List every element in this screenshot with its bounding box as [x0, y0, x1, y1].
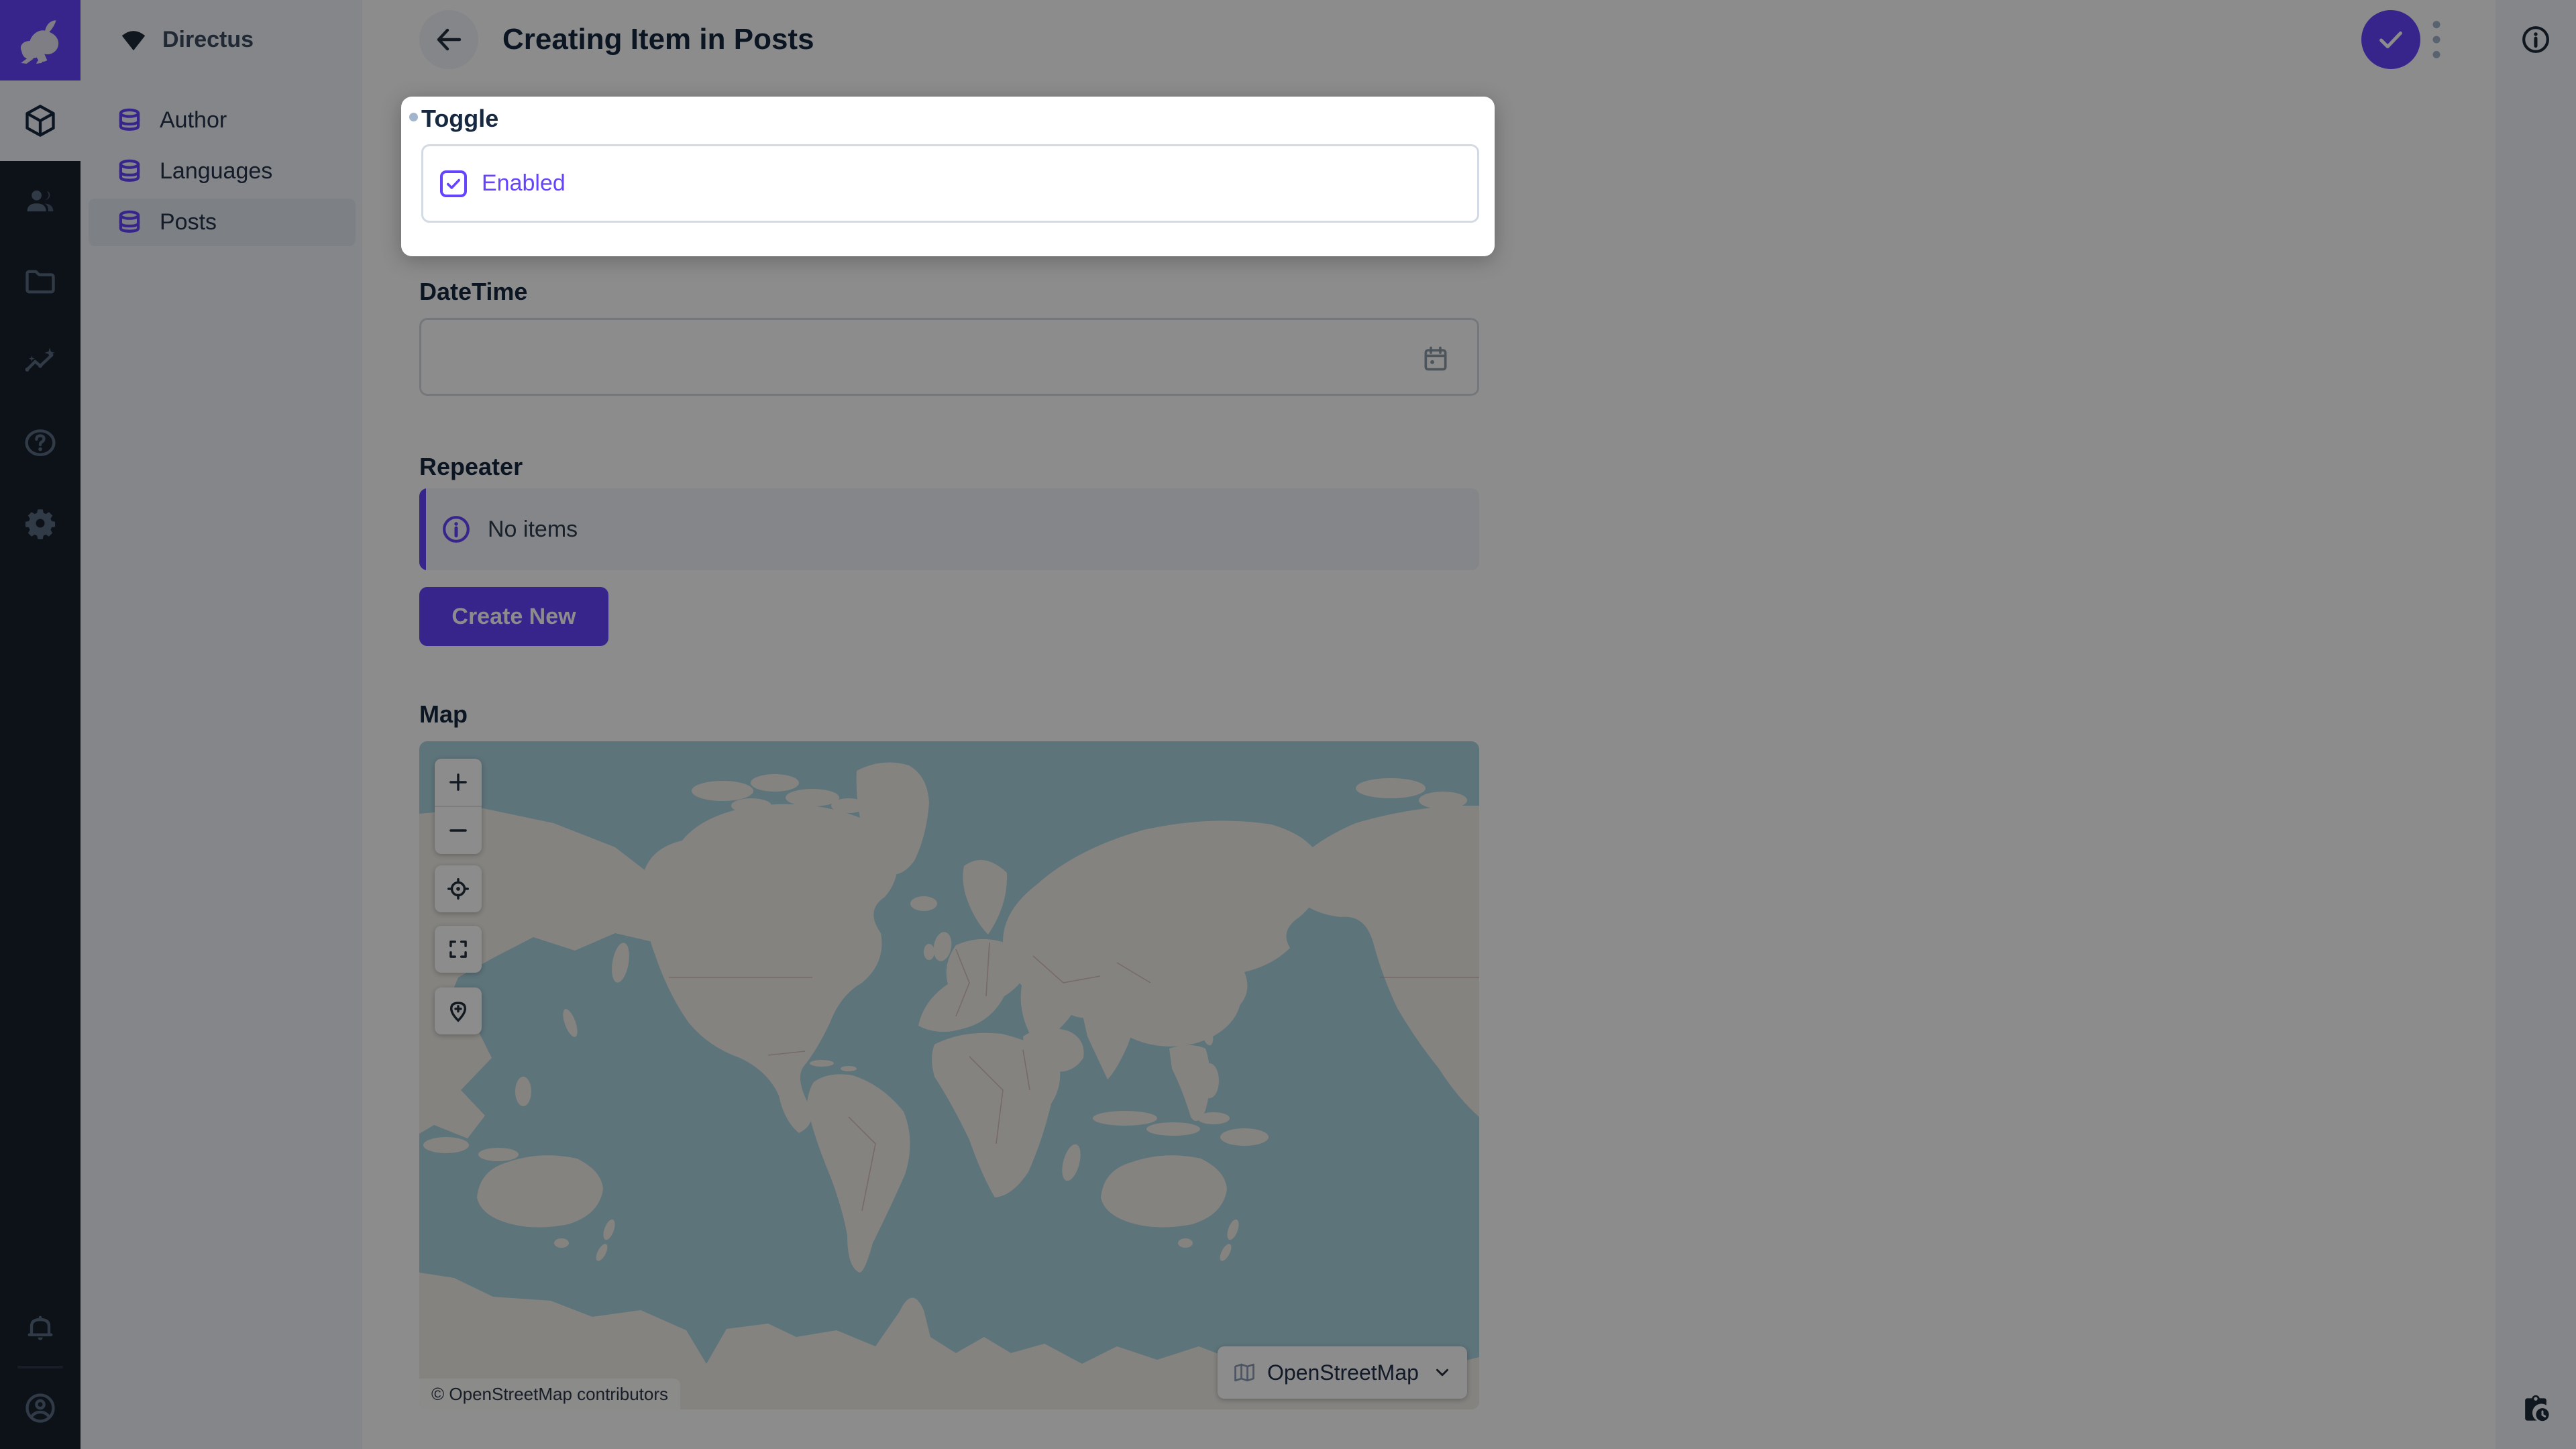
enabled-checkbox[interactable]: [440, 170, 467, 197]
toggle-label: Toggle: [421, 105, 498, 133]
field-state-dot: [409, 113, 418, 121]
enabled-label: Enabled: [482, 170, 566, 197]
directus-app: Directus Author Languages: [0, 0, 2576, 1449]
toggle-field-spotlight: Toggle Enabled: [401, 97, 1495, 256]
toggle-input[interactable]: Enabled: [421, 144, 1479, 223]
checkmark-icon: [445, 175, 462, 193]
